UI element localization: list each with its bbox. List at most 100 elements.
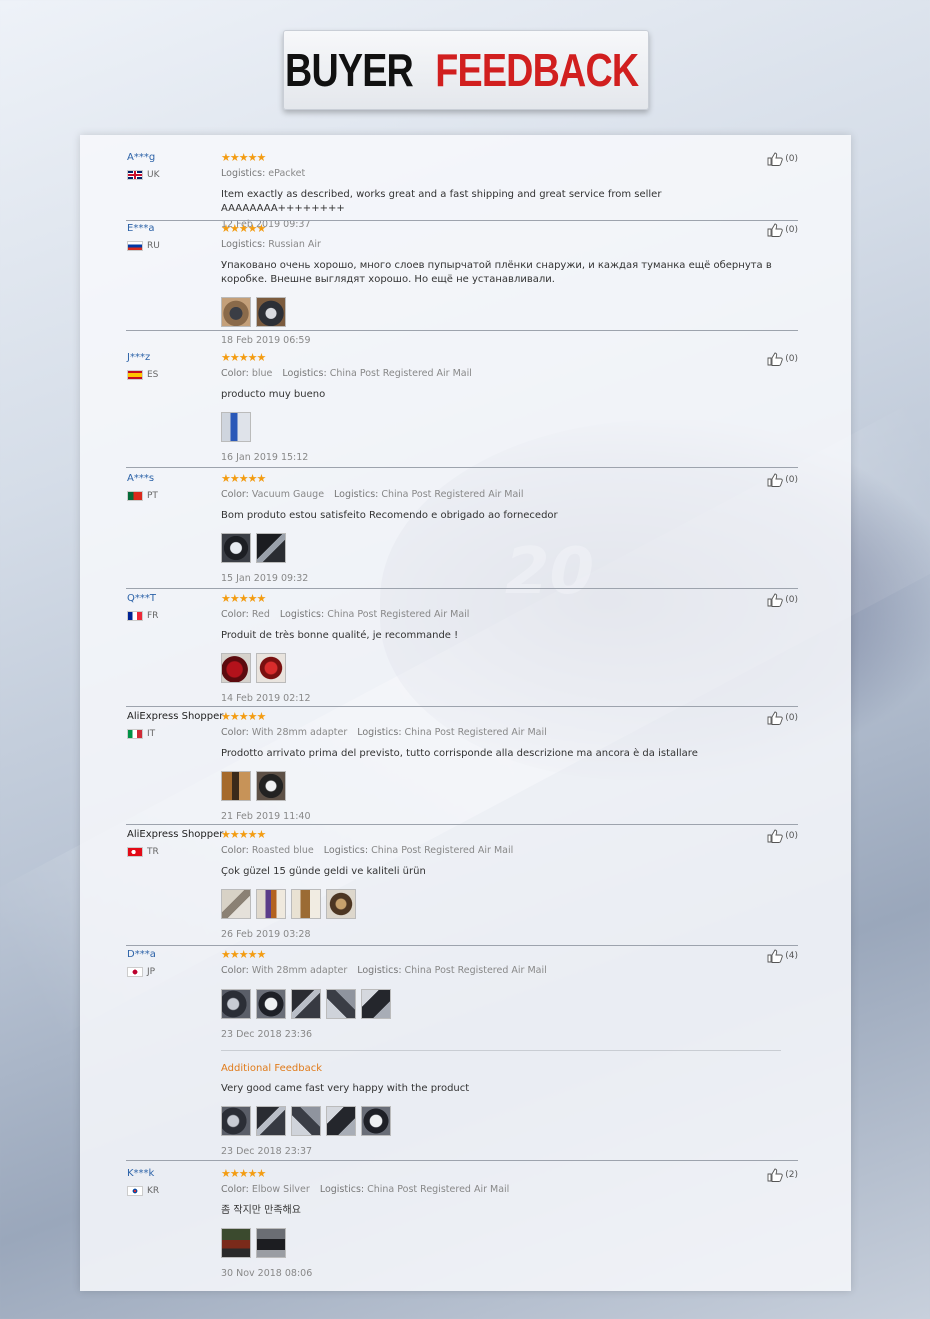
meta-value: Russian Air — [268, 239, 321, 250]
flag-it-icon — [127, 729, 143, 739]
meta-key: Logistics: — [282, 368, 327, 379]
review-photo[interactable] — [326, 989, 356, 1019]
review-meta: Color: With 28mm adapter Logistics: China P… — [221, 727, 781, 739]
review-photo[interactable] — [221, 1228, 251, 1258]
reviewer-name[interactable]: E***a — [127, 223, 154, 234]
country-code: ES — [147, 370, 159, 380]
helpful-count: (0) — [785, 831, 798, 841]
review-photo[interactable] — [326, 1106, 356, 1136]
star-rating: ★★★★★ — [221, 222, 266, 235]
meta-value: Red — [251, 609, 270, 620]
helpful-button[interactable]: (0) — [767, 152, 798, 166]
thumbs-up-icon — [767, 223, 783, 237]
country-code: RU — [147, 241, 160, 251]
helpful-button[interactable]: (4) — [767, 949, 798, 963]
meta-key: Logistics: — [221, 239, 266, 250]
review-photo[interactable] — [256, 771, 286, 801]
review-photo[interactable] — [221, 1106, 251, 1136]
review-photo[interactable] — [361, 989, 391, 1019]
review-photo[interactable] — [291, 1106, 321, 1136]
review-meta: Logistics: ePacket — [221, 168, 781, 180]
review-photo[interactable] — [256, 889, 286, 919]
meta-value: China Post Registered Air Mail — [381, 489, 524, 500]
review-photos — [221, 989, 781, 1019]
meta-key: Logistics: — [357, 965, 402, 976]
review-body: ★★★★★ Color: Roasted blue Logistics: China … — [221, 829, 781, 940]
reviewer-name[interactable]: AliExpress Shopper — [127, 711, 223, 722]
review-date: 26 Feb 2019 03:28 — [221, 929, 311, 940]
reviewer-country: JP — [127, 967, 155, 977]
review-photo[interactable] — [291, 989, 321, 1019]
meta-value: China Post Registered Air Mail — [367, 1184, 510, 1195]
reviewer-name[interactable]: AliExpress Shopper — [127, 829, 223, 840]
star-rating: ★★★★★ — [221, 472, 266, 485]
meta-key: Logistics: — [323, 845, 369, 856]
helpful-button[interactable]: (0) — [767, 593, 798, 607]
review-item: A***s PT ★★★★★ Color: Vacuum Gauge Logisti… — [126, 473, 798, 589]
country-code: JP — [147, 967, 156, 977]
review-photo[interactable] — [256, 533, 286, 563]
reviewer-country: TR — [127, 847, 159, 857]
helpful-count: (0) — [785, 475, 798, 485]
meta-key: Color: — [221, 368, 249, 379]
review-date: 15 Jan 2019 09:32 — [221, 573, 309, 584]
helpful-button[interactable]: (0) — [767, 711, 798, 725]
review-date: 14 Feb 2019 02:12 — [221, 693, 311, 704]
country-code: IT — [147, 729, 156, 739]
review-item: K***k KR ★★★★★ Color: Elbow Silver Logisti… — [126, 1168, 798, 1283]
helpful-button[interactable]: (0) — [767, 352, 798, 366]
reviewer-name[interactable]: A***g — [127, 152, 155, 163]
helpful-button[interactable]: (0) — [767, 829, 798, 843]
review-photo[interactable] — [256, 1228, 286, 1258]
review-photo[interactable] — [326, 889, 356, 919]
helpful-button[interactable]: (2) — [767, 1168, 798, 1182]
review-photo[interactable] — [221, 771, 251, 801]
flag-jp-icon — [127, 967, 143, 977]
review-photo[interactable] — [221, 653, 251, 683]
meta-value: blue — [251, 368, 273, 379]
review-date: 30 Nov 2018 08:06 — [221, 1268, 313, 1279]
review-item: J***z ES ★★★★★ Color: blue Logistics: China… — [126, 352, 798, 468]
reviewer-name[interactable]: A***s — [127, 473, 154, 484]
review-photo[interactable] — [361, 1106, 391, 1136]
star-rating: ★★★★★ — [221, 828, 266, 841]
reviewer-name[interactable]: K***k — [127, 1168, 154, 1179]
review-photo[interactable] — [256, 653, 286, 683]
review-photo[interactable] — [256, 1106, 286, 1136]
helpful-button[interactable]: (0) — [767, 473, 798, 487]
additional-feedback-text: Very good came fast very happy with the … — [221, 1083, 470, 1094]
review-photos — [221, 1228, 781, 1258]
reviewer-name[interactable]: Q***T — [127, 593, 156, 604]
review-body: ★★★★★ Color: Elbow Silver Logistics: China … — [221, 1168, 781, 1279]
review-photo[interactable] — [256, 297, 286, 327]
review-body: ★★★★★ Color: With 28mm adapter Logistics: C… — [221, 711, 781, 822]
review-photo[interactable] — [256, 989, 286, 1019]
reviewer-country: RU — [127, 241, 160, 251]
flag-es-icon — [127, 370, 143, 380]
country-code: FR — [147, 611, 159, 621]
country-code: KR — [147, 1186, 160, 1196]
reviewer-country: PT — [127, 491, 158, 501]
review-meta: Color: Vacuum Gauge Logistics: China Post R… — [221, 489, 781, 501]
review-photo[interactable] — [221, 533, 251, 563]
review-photo[interactable] — [221, 989, 251, 1019]
helpful-count: (0) — [785, 713, 798, 723]
helpful-count: (4) — [785, 951, 798, 961]
review-photos — [221, 771, 781, 801]
review-photo[interactable] — [221, 412, 251, 442]
review-photo[interactable] — [221, 889, 251, 919]
reviewer-name[interactable]: D***a — [127, 949, 156, 960]
review-item: E***a RU ★★★★★ Logistics: Russian Air Упа… — [126, 223, 798, 331]
helpful-button[interactable]: (0) — [767, 223, 798, 237]
reviewer-name[interactable]: J***z — [127, 352, 150, 363]
buyer-feedback-banner: BUYER FEEDBACK — [283, 30, 649, 110]
feedback-panel: A***g UK ★★★★★ Logistics: ePacket Item ex… — [80, 135, 851, 1291]
meta-value: China Post Registered Air Mail — [329, 368, 472, 379]
meta-key: Logistics: — [334, 489, 379, 500]
additional-feedback-photos — [221, 1106, 781, 1136]
country-code: UK — [147, 170, 160, 180]
helpful-count: (0) — [785, 154, 798, 164]
review-photo[interactable] — [291, 889, 321, 919]
review-meta: Color: Roasted blue Logistics: China Post R… — [221, 845, 781, 857]
review-photo[interactable] — [221, 297, 251, 327]
